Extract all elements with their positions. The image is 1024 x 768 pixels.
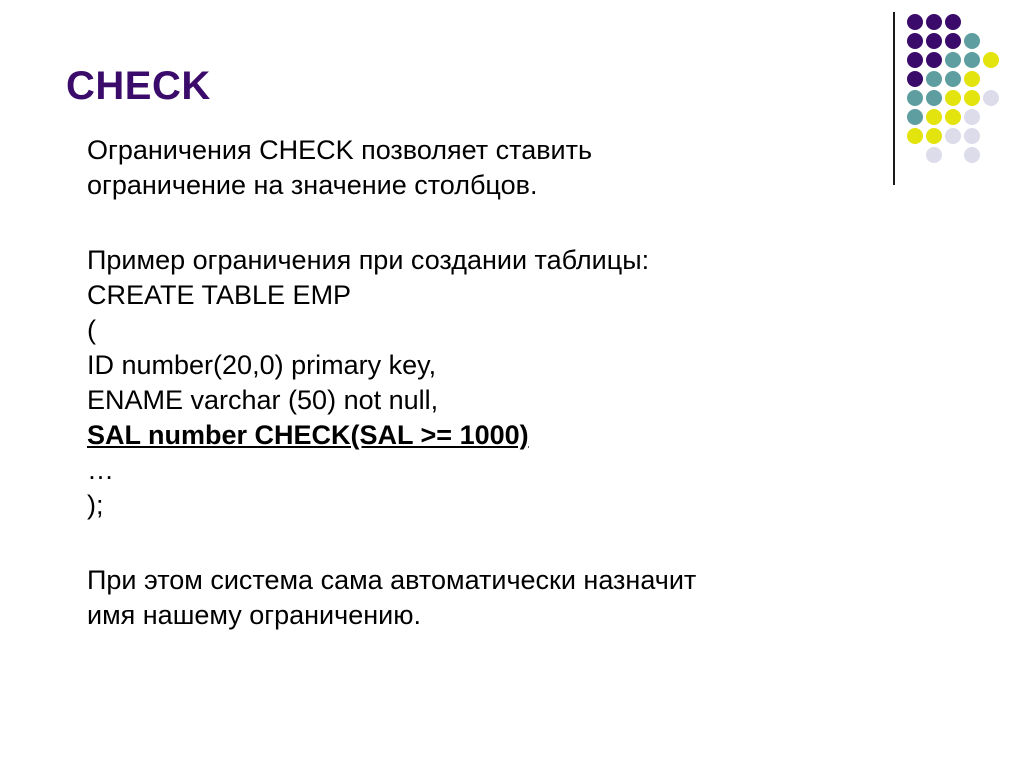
dot-lavender [945,128,961,144]
page-title: CHECK [66,64,211,108]
dot-lavender [964,128,980,144]
code-line-create-table: CREATE TABLE EMP [87,280,352,310]
dot-purple [907,71,923,87]
dot-teal [964,33,980,49]
dot-purple [907,33,923,49]
intro-line-1: Ограничения CHECK позволяет ставить [87,135,593,165]
outro-line-2: имя нашему ограничению. [87,600,421,630]
dot-teal [926,90,942,106]
dot-purple [945,33,961,49]
slide-body: Ограничения CHECK позволяет ставить огра… [87,133,947,633]
code-line-ellipsis: … [87,455,114,485]
dot-lavender [964,147,980,163]
example-lead: Пример ограничения при создании таблицы: [87,245,650,275]
dot-lavender [964,109,980,125]
dot-purple [945,14,961,30]
dot-row [907,71,1002,90]
dot-teal [945,52,961,68]
dot-teal [964,52,980,68]
code-line-ename-column: ENAME varchar (50) not null, [87,385,439,415]
outro-paragraph: При этом система сама автоматически назн… [87,563,947,633]
dot-yellow [945,109,961,125]
dot-teal [907,90,923,106]
dot-yellow [964,71,980,87]
dot-spacer [945,147,961,163]
dot-purple [926,33,942,49]
outro-line-1: При этом система сама автоматически назн… [87,565,697,595]
dot-lavender [983,90,999,106]
dot-teal [926,71,942,87]
dot-teal [945,71,961,87]
dot-purple [907,52,923,68]
dot-yellow [926,109,942,125]
dot-row [907,90,1002,109]
code-line-sal-check-constraint: SAL number CHECK(SAL >= 1000) [87,420,529,450]
example-block: Пример ограничения при создании таблицы:… [87,243,947,523]
intro-line-2: ограничение на значение столбцов. [87,170,538,200]
dot-yellow [983,52,999,68]
dot-teal [907,109,923,125]
code-line-close-statement: ); [87,490,104,520]
dot-purple [907,14,923,30]
dot-row [907,33,1002,52]
dot-purple [926,14,942,30]
dot-row [907,14,1002,33]
code-line-open-paren: ( [87,315,96,345]
dot-row [907,52,1002,71]
intro-paragraph: Ограничения CHECK позволяет ставить огра… [87,133,947,203]
dot-row [907,109,1002,128]
slide-canvas: CHECK Ограничения CHECK позволяет ставит… [0,0,1024,768]
code-line-id-column: ID number(20,0) primary key, [87,350,437,380]
dot-purple [926,52,942,68]
dot-yellow [945,90,961,106]
dot-yellow [964,90,980,106]
